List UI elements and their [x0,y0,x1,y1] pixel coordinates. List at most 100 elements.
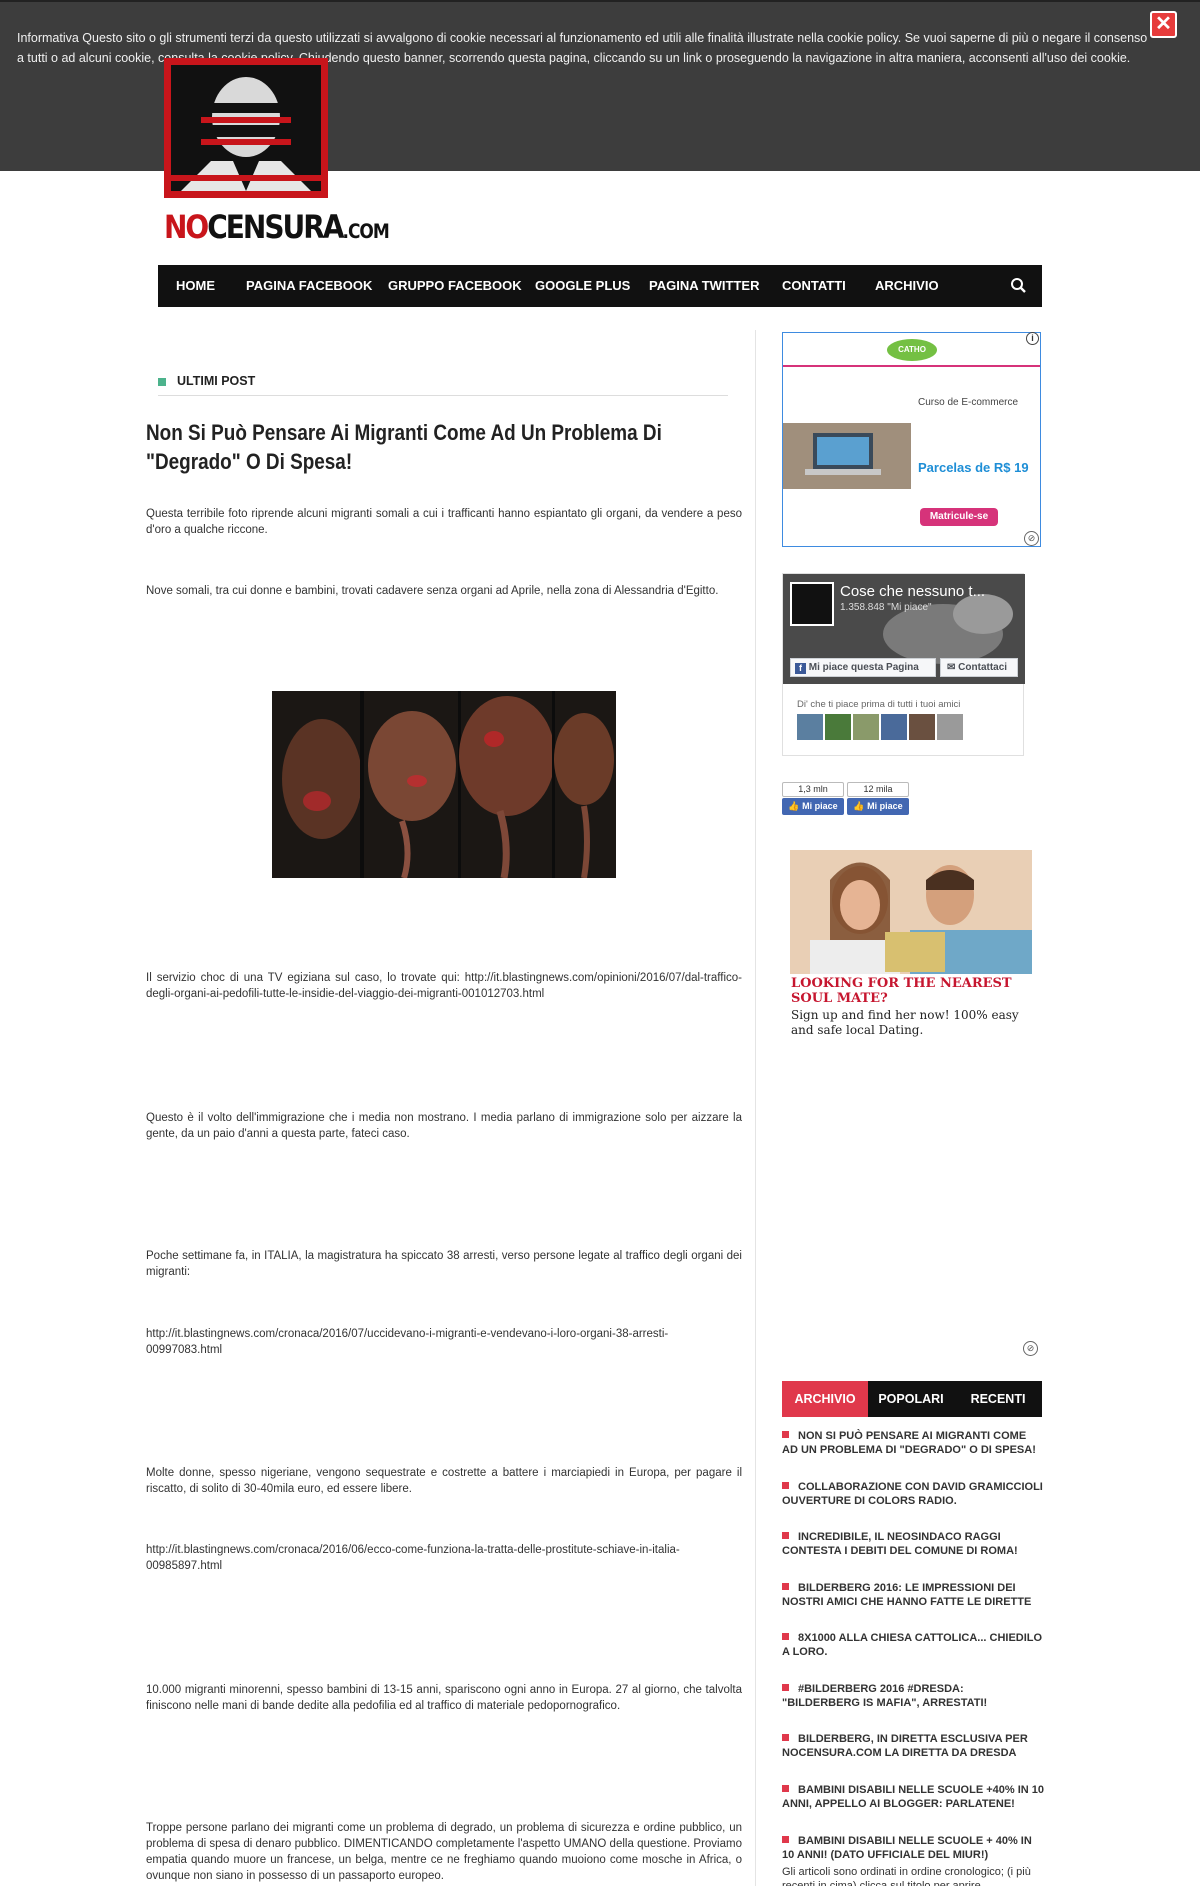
like-widget-1[interactable]: 1,3 mln 👍 Mi piace [782,782,844,816]
main-nav: HOME PAGINA FACEBOOK GRUPPO FACEBOOK GOO… [158,265,1042,307]
post-link[interactable]: http://it.blastingnews.com/cronaca/2016/… [146,1326,742,1358]
archive-item[interactable]: 8X1000 ALLA CHIESA CATTOLICA... CHIEDILO… [782,1631,1044,1659]
bullet-icon [782,1532,789,1539]
ad-accent-line [783,365,1040,367]
nav-item-home[interactable]: HOME [176,265,215,307]
ad-laptop-image [783,423,911,489]
archive-item[interactable]: BILDERBERG, IN DIRETTA ESCLUSIVA PER NOC… [782,1732,1044,1760]
archive-item-label: #BILDERBERG 2016 #DRESDA: "BILDERBERG IS… [782,1683,988,1709]
archive-item-label: BILDERBERG, IN DIRETTA ESCLUSIVA PER NOC… [782,1733,1028,1759]
post-title[interactable]: Non Si Può Pensare Ai Migranti Come Ad U… [146,418,736,476]
facebook-page-widget[interactable]: Cose che nessuno t... 1.358.848 "Mi piac… [782,573,1025,756]
ad-cta-button[interactable]: Matricule-se [920,508,998,526]
archive-item-label: COLLABORAZIONE CON DAVID GRAMICCIOLI OUV… [782,1481,1043,1507]
post-paragraph: 10.000 migranti minorenni, spesso bambin… [146,1684,742,1712]
logo-com: .COM [342,220,390,244]
post-link[interactable]: http://it.blastingnews.com/cronaca/2016/… [146,1542,742,1574]
ad-course-text: Curso de E-commerce [918,397,1019,408]
fb-page-avatar[interactable] [790,582,834,626]
like-widget-2[interactable]: 12 mila 👍 Mi piace [847,782,909,816]
section-square-icon [158,378,166,386]
nav-item-gruppo-facebook[interactable]: GRUPPO FACEBOOK [388,265,522,307]
post-paragraph: Il servizio choc di una TV egiziana sul … [146,972,742,1000]
dating-ad-image[interactable] [790,850,1032,974]
bullet-icon [782,1633,789,1640]
post-photo [272,691,616,878]
search-icon[interactable] [1008,275,1030,297]
archive-item[interactable]: COLLABORAZIONE CON DAVID GRAMICCIOLI OUV… [782,1480,1044,1508]
nav-item-pagina-facebook[interactable]: PAGINA FACEBOOK [246,265,372,307]
bullet-icon [782,1734,789,1741]
dating-ad-text: Sign up and find her now! 100% easy and … [791,1008,1019,1037]
like-button-label: Mi piace [867,801,903,811]
archive-item[interactable]: NON SI PUÒ PENSARE AI MIGRANTI COME AD U… [782,1429,1044,1457]
friend-avatar[interactable] [909,714,935,740]
archive-item[interactable]: INCREDIBILE, IL NEOSINDACO RAGGI CONTEST… [782,1530,1044,1558]
thumbs-up-icon: 👍 [788,801,800,811]
tab-recenti[interactable]: RECENTI [954,1381,1042,1417]
post-paragraph: Questo è il volto dell'immigrazione che … [146,1112,742,1140]
friend-avatar[interactable] [881,714,907,740]
thumbs-up-icon: 👍 [853,801,865,811]
ad-price-text: Parcelas de R$ 19 [918,460,1029,475]
fb-page-likes: 1.358.848 "Mi piace" [840,602,932,613]
bullet-icon [782,1785,789,1792]
logo-no: NO [164,208,209,246]
fb-contact-label: Contattaci [958,662,1008,673]
cookie-close-button[interactable]: ✕ [1150,11,1177,38]
post-paragraph: Questa terribile foto riprende alcuni mi… [146,508,742,536]
like-button[interactable]: 👍 Mi piace [847,798,909,815]
tab-archivio[interactable]: ARCHIVIO [782,1381,868,1417]
fb-page-name[interactable]: Cose che nessuno t... [840,583,985,600]
friend-avatar[interactable] [937,714,963,740]
archive-note: Gli articoli sono ordinati in ordine cro… [782,1866,1031,1886]
like-widgets: 1,3 mln 👍 Mi piace 12 mila 👍 Mi piace [782,782,912,816]
like-button-label: Mi piace [802,801,838,811]
friend-avatar[interactable] [853,714,879,740]
archive-item-label: NON SI PUÒ PENSARE AI MIGRANTI COME AD U… [782,1430,1036,1456]
site-logo[interactable] [164,58,328,198]
post-paragraph: Troppe persone parlano dei migranti come… [146,1822,742,1882]
archive-item[interactable]: BILDERBERG 2016: LE IMPRESSIONI DEI NOST… [782,1581,1044,1609]
adchoices-icon[interactable]: ⊘ [1024,531,1039,546]
bullet-icon [782,1684,789,1691]
ad-banner-catho[interactable]: CATHO Curso de E-commerce Parcelas de R$… [782,332,1041,547]
tab-popolari[interactable]: POPOLARI [868,1381,954,1417]
logo-censura: CENSURA [207,208,344,246]
archive-item[interactable]: #BILDERBERG 2016 #DRESDA: "BILDERBERG IS… [782,1682,1044,1710]
friend-avatar[interactable] [825,714,851,740]
nav-item-contatti[interactable]: CONTATTI [782,265,846,307]
friend-avatar[interactable] [797,714,823,740]
nav-item-google-plus[interactable]: GOOGLE PLUS [535,265,630,307]
ad-info-icon[interactable]: i [1026,332,1039,345]
bullet-icon [782,1431,789,1438]
column-divider [755,330,756,1886]
section-header: ULTIMI POST [158,372,728,396]
archive-item[interactable]: BAMBINI DISABILI NELLE SCUOLE +40% IN 10… [782,1783,1044,1811]
mail-icon: ✉ [947,662,956,673]
post-paragraph: Molte donne, spesso nigeriane, vengono s… [146,1467,742,1495]
nav-item-archivio[interactable]: ARCHIVIO [875,265,939,307]
sidebar-tabs: ARCHIVIO POPOLARI RECENTI [782,1381,1042,1417]
like-button[interactable]: 👍 Mi piace [782,798,844,815]
archive-item-label: 8X1000 ALLA CHIESA CATTOLICA... CHIEDILO… [782,1632,1043,1658]
fb-like-page-button[interactable]: f Mi piace questa Pagina [790,658,936,677]
section-label: ULTIMI POST [177,374,256,388]
archive-item-label: BAMBINI DISABILI NELLE SCUOLE + 40% IN 1… [782,1835,1032,1861]
post-paragraph: Nove somali, tra cui donne e bambini, tr… [146,585,719,597]
fb-friends-text: Di' che ti piace prima di tutti i tuoi a… [797,699,961,710]
like-count: 12 mila [847,782,909,797]
bullet-icon [782,1583,789,1590]
nav-item-pagina-twitter[interactable]: PAGINA TWITTER [649,265,760,307]
logo-image [164,58,328,198]
archive-item[interactable]: BAMBINI DISABILI NELLE SCUOLE + 40% IN 1… [782,1834,1044,1862]
archive-item-label: BAMBINI DISABILI NELLE SCUOLE +40% IN 10… [782,1784,1045,1810]
archive-item-label: INCREDIBILE, IL NEOSINDACO RAGGI CONTEST… [782,1531,1018,1557]
dating-ad-title[interactable]: LOOKING FOR THE NEAREST SOUL MATE? [791,976,1041,1006]
bullet-icon [782,1482,789,1489]
like-count: 1,3 mln [782,782,844,797]
adchoices-icon[interactable]: ⊘ [1023,1341,1038,1356]
catho-brand: CATHO [898,345,926,354]
logo-wordmark[interactable]: NOCENSURA.COM [164,208,390,249]
fb-contact-button[interactable]: ✉ Contattaci [940,658,1018,677]
